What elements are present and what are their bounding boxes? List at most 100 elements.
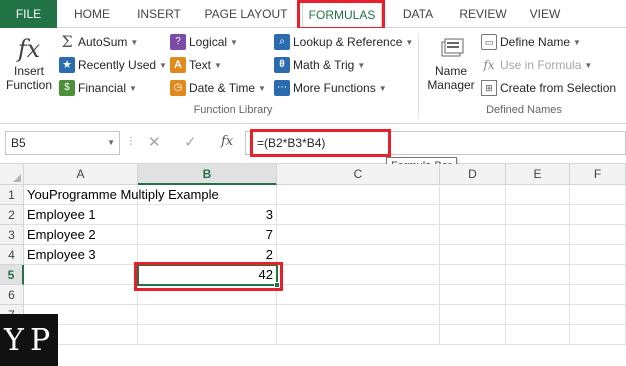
cell-c6[interactable]: [277, 285, 440, 305]
use-in-formula-button[interactable]: fx Use in Formula ▼: [481, 55, 592, 75]
text-button[interactable]: A Text ▼: [170, 55, 222, 75]
logical-button[interactable]: ? Logical ▼: [170, 32, 238, 52]
cell-a6[interactable]: [24, 285, 138, 305]
cell-c7[interactable]: [277, 305, 440, 325]
cell-e6[interactable]: [506, 285, 570, 305]
cell-b8[interactable]: [138, 325, 277, 345]
row-header-3[interactable]: 3: [0, 225, 24, 245]
resize-handle-icon[interactable]: ⋮: [126, 136, 136, 147]
cell-b1[interactable]: [138, 185, 277, 205]
cell-d7[interactable]: [440, 305, 506, 325]
cell-a3[interactable]: Employee 2: [24, 225, 138, 245]
cell-c3[interactable]: [277, 225, 440, 245]
cell-c4[interactable]: [277, 245, 440, 265]
tab-file[interactable]: FILE: [0, 0, 57, 28]
cell-e3[interactable]: [506, 225, 570, 245]
cancel-icon[interactable]: ✕: [148, 133, 161, 151]
column-header-e[interactable]: E: [506, 164, 570, 185]
tab-home[interactable]: HOME: [62, 0, 122, 28]
cell-a5[interactable]: [24, 265, 138, 285]
create-from-selection-button[interactable]: ⊞ Create from Selection: [481, 78, 616, 98]
cell-a2[interactable]: Employee 1: [24, 205, 138, 225]
cell-d4[interactable]: [440, 245, 506, 265]
ribbon-tab-bar: FILE HOME INSERT PAGE LAYOUT FORMULAS DA…: [0, 0, 626, 29]
insert-function-label-2: Function: [5, 78, 53, 92]
cell-b4[interactable]: 2: [138, 245, 277, 265]
financial-button[interactable]: $ Financial ▼: [59, 78, 137, 98]
more-functions-label: More Functions: [293, 81, 376, 95]
row-header-4[interactable]: 4: [0, 245, 24, 265]
recently-used-button[interactable]: ★ Recently Used ▼: [59, 55, 167, 75]
name-manager-button[interactable]: Name Manager: [424, 34, 478, 92]
sigma-icon: Σ: [61, 32, 73, 51]
cell-e7[interactable]: [506, 305, 570, 325]
define-name-button[interactable]: ▭ Define Name ▼: [481, 32, 581, 52]
enter-icon[interactable]: ✓: [184, 133, 197, 151]
function-library-group-label: Function Library: [193, 104, 273, 116]
cell-e4[interactable]: [506, 245, 570, 265]
cell-a4[interactable]: Employee 3: [24, 245, 138, 265]
chevron-down-icon: ▼: [214, 60, 222, 70]
formula-input[interactable]: =(B2*B3*B4): [245, 131, 626, 155]
insert-function-button[interactable]: fx Insert Function: [4, 34, 54, 92]
row-header-2[interactable]: 2: [0, 205, 24, 225]
insert-function-icon[interactable]: fx: [221, 134, 233, 149]
math-trig-button[interactable]: θ Math & Trig ▼: [274, 55, 365, 75]
select-all-button[interactable]: [0, 164, 24, 185]
cell-d1[interactable]: [440, 185, 506, 205]
cell-b6[interactable]: [138, 285, 277, 305]
column-header-d[interactable]: D: [440, 164, 506, 185]
create-from-selection-label: Create from Selection: [500, 81, 617, 95]
question-icon: ?: [170, 34, 186, 50]
cell-b3[interactable]: 7: [138, 225, 277, 245]
more-functions-button[interactable]: ⋯ More Functions ▼: [274, 78, 387, 98]
cell-d8[interactable]: [440, 325, 506, 345]
cell-f4[interactable]: [570, 245, 626, 265]
cell-f8[interactable]: [570, 325, 626, 345]
fill-handle[interactable]: [274, 282, 280, 288]
column-header-f[interactable]: F: [570, 164, 626, 185]
cell-c8[interactable]: [277, 325, 440, 345]
name-box[interactable]: B5 ▼: [5, 131, 120, 155]
cell-d6[interactable]: [440, 285, 506, 305]
row-header-6[interactable]: 6: [0, 285, 24, 305]
cell-b7[interactable]: [138, 305, 277, 325]
cell-d5[interactable]: [440, 265, 506, 285]
autosum-button[interactable]: Σ AutoSum ▼: [59, 32, 138, 52]
row-header-5[interactable]: 5: [0, 265, 24, 285]
text-icon: A: [170, 57, 186, 73]
cell-c2[interactable]: [277, 205, 440, 225]
cell-f6[interactable]: [570, 285, 626, 305]
column-header-b[interactable]: B: [138, 164, 277, 185]
date-time-button[interactable]: ◷ Date & Time ▼: [170, 78, 266, 98]
tab-page-layout[interactable]: PAGE LAYOUT: [196, 0, 296, 28]
column-header-c[interactable]: C: [277, 164, 440, 185]
tab-formulas[interactable]: FORMULAS: [302, 0, 382, 29]
row-header-1[interactable]: 1: [0, 185, 24, 205]
cell-a1[interactable]: YouProgramme Multiply Example: [24, 185, 219, 205]
cell-f7[interactable]: [570, 305, 626, 325]
cell-f5[interactable]: [570, 265, 626, 285]
cell-f2[interactable]: [570, 205, 626, 225]
cell-f3[interactable]: [570, 225, 626, 245]
cell-d2[interactable]: [440, 205, 506, 225]
cell-e8[interactable]: [506, 325, 570, 345]
cell-e1[interactable]: [506, 185, 570, 205]
tab-review[interactable]: REVIEW: [452, 0, 514, 28]
chevron-down-icon: ▼: [159, 60, 167, 70]
cell-d3[interactable]: [440, 225, 506, 245]
tab-insert[interactable]: INSERT: [127, 0, 191, 28]
column-header-a[interactable]: A: [24, 164, 138, 185]
cell-f1[interactable]: [570, 185, 626, 205]
lookup-reference-button[interactable]: ⌕ Lookup & Reference ▼: [274, 32, 413, 52]
tab-view[interactable]: VIEW: [518, 0, 572, 28]
cell-b2[interactable]: 3: [138, 205, 277, 225]
chevron-down-icon: ▼: [129, 83, 137, 93]
cell-b5[interactable]: 42: [138, 265, 277, 285]
cell-e5[interactable]: [506, 265, 570, 285]
tab-data[interactable]: DATA: [388, 0, 448, 28]
cell-c1[interactable]: [277, 185, 440, 205]
chevron-down-icon: ▼: [230, 37, 238, 47]
cell-c5[interactable]: [277, 265, 440, 285]
cell-e2[interactable]: [506, 205, 570, 225]
